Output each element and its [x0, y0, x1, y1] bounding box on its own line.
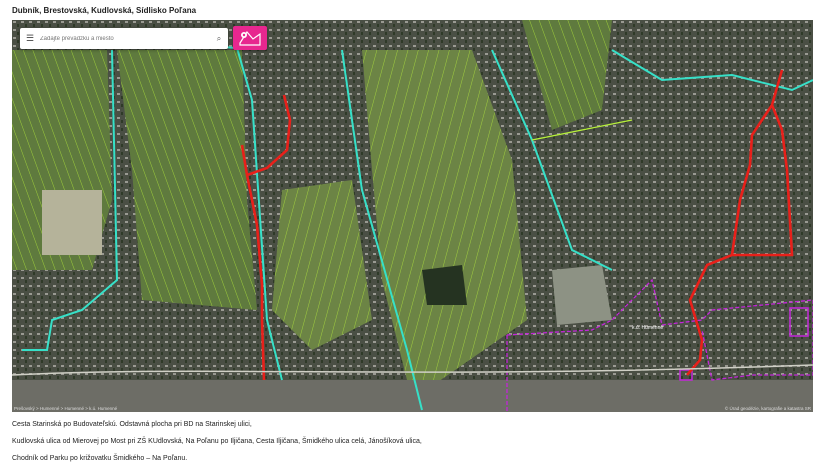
map-pin-icon — [237, 29, 263, 47]
map-search-input[interactable] — [40, 35, 210, 42]
map-canvas[interactable] — [12, 20, 813, 412]
map-search-bar[interactable]: ☰ ⌕ — [20, 28, 228, 49]
page-title: Dubník, Brestovská, Kudlovská, Sídlisko … — [12, 6, 197, 15]
hamburger-menu-icon[interactable]: ☰ — [20, 33, 40, 44]
map-copyright: © Úrad geodézie, kartografie a katastra … — [724, 406, 811, 411]
body-text-line-3: Chodník od Parku po križovatku Šmidkého … — [12, 455, 188, 462]
map-view[interactable]: ☰ ⌕ k.ú. Humenné Prešovský > Humenné > H… — [12, 20, 813, 412]
body-text-line-1: Cesta Starinská po Budovateľskú. Odstavn… — [12, 421, 252, 428]
layers-button[interactable] — [233, 26, 267, 50]
area-label: k.ú. Humenné — [632, 325, 664, 331]
body-text-line-2: Kudlovská ulica od Mierovej po Most pri … — [12, 438, 422, 445]
search-icon[interactable]: ⌕ — [210, 34, 228, 44]
map-breadcrumb: Prešovský > Humenné > Humenné > k.ú. Hum… — [14, 406, 118, 411]
